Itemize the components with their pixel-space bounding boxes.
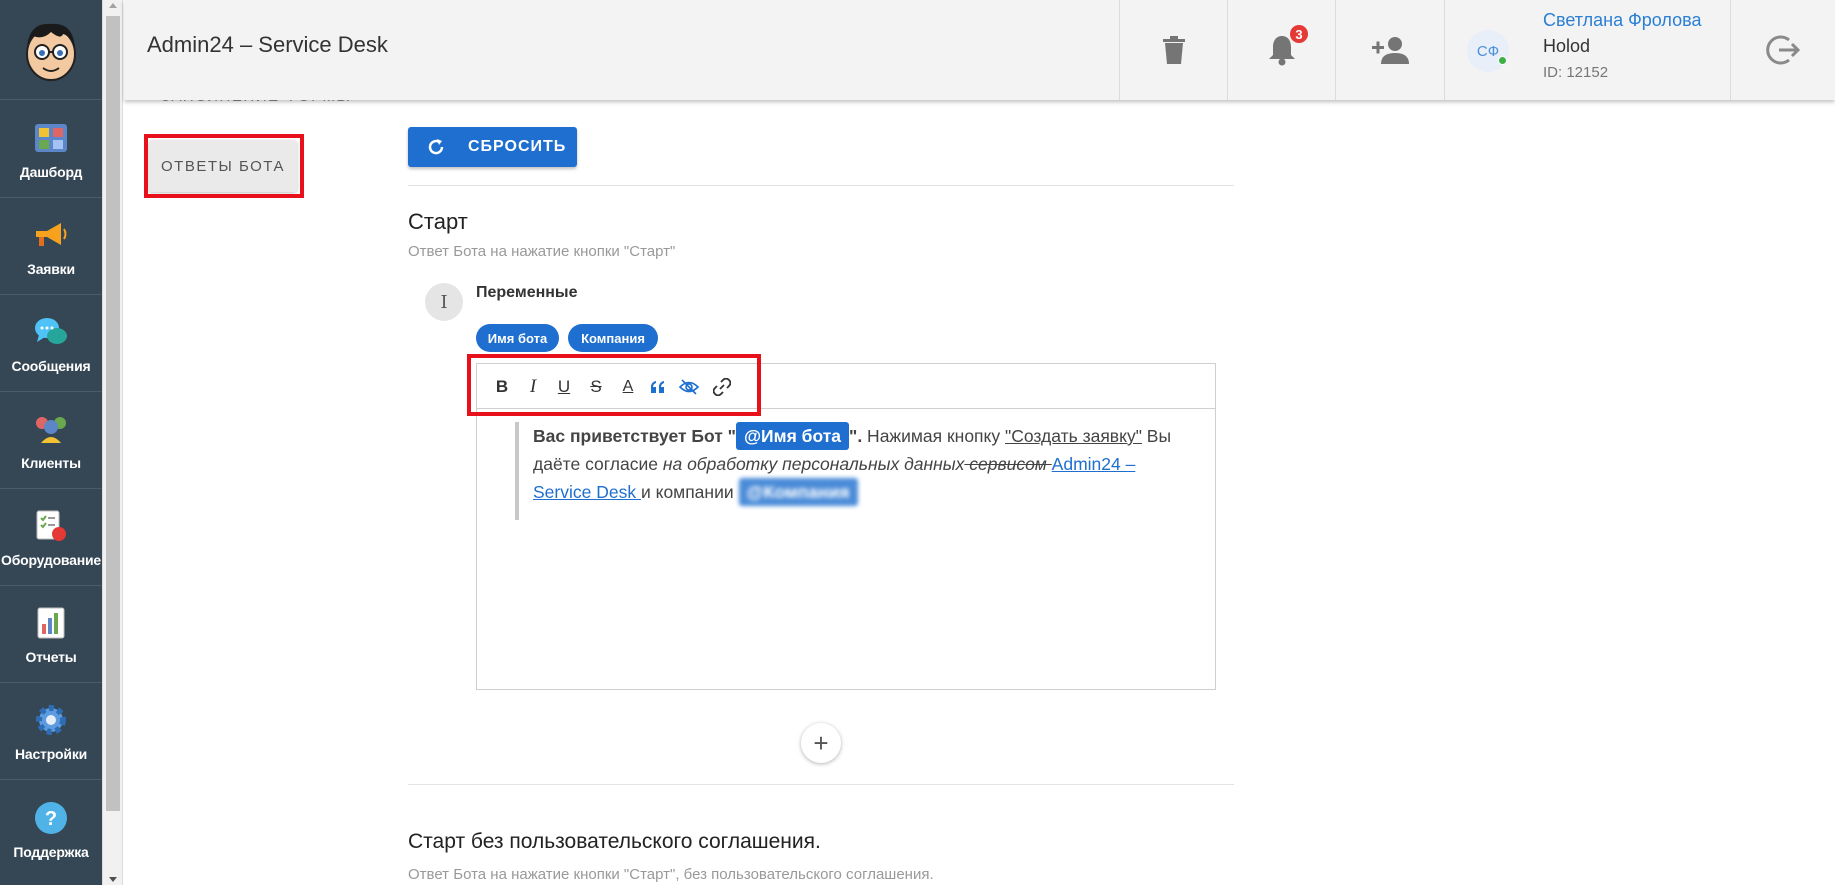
text-underlined: "Создать заявку" [1005,426,1142,446]
reports-icon [31,603,71,643]
text-bold-greeting: Вас приветствует Бот " [533,426,736,446]
text-color-icon[interactable]: A [617,376,639,398]
logo-avatar[interactable] [0,0,102,100]
section-title-start-no-agreement: Старт без пользовательского соглашения. [408,830,821,853]
sidebar-item-label: Отчеты [25,649,77,665]
app-title: Admin24 – Service Desk [147,32,388,57]
variables-label: Переменные [476,284,578,301]
text-strikethrough: сервисом [964,454,1052,474]
help-icon: ? [31,798,71,838]
trash-button[interactable] [1119,0,1227,100]
rich-text-editor[interactable]: B I U S A Вас приветствует Бот " @Имя бот… [476,363,1216,690]
sidebar: Дашборд Заявки Сообщения Клиенты Оборудо… [0,0,102,885]
sidebar-item-messages[interactable]: Сообщения [0,295,102,392]
section-subtitle-start-no-agreement: Ответ Бота на нажатие кнопки "Старт", бе… [408,866,934,883]
notification-badge: 3 [1288,23,1310,45]
strikethrough-icon[interactable]: S [585,376,607,398]
inline-variable-company[interactable]: @Компания [738,478,858,506]
text-bold-quote-end: ". [849,426,863,446]
editor-content[interactable]: Вас приветствует Бот " @Имя бота ". Нажима… [515,422,1197,520]
online-status-dot [1498,56,1507,65]
reset-button-label: СБРОСИТЬ [468,138,567,155]
plus-icon: + [813,728,829,758]
clients-icon [31,409,71,449]
section-subtitle-start: Ответ Бота на нажатие кнопки "Старт" [408,243,676,260]
sidebar-item-label: Заявки [27,261,75,277]
bold-icon[interactable]: B [491,376,513,398]
refresh-icon [428,139,444,155]
reset-button[interactable]: СБРОСИТЬ [408,127,577,167]
sidebar-item-label: Дашборд [19,164,83,180]
user-name-link[interactable]: Светлана Фролова [1543,10,1701,31]
variable-chip-company[interactable]: Компания [568,324,658,352]
text-plain: и компании [640,482,739,502]
underline-icon[interactable]: U [553,376,575,398]
sidebar-item-label: Оборудование [1,552,101,568]
text-italic: на обработку персональных данных [662,454,965,474]
user-id: ID: 12152 [1543,64,1609,81]
scrollbar[interactable] [102,0,123,885]
sidebar-item-dashboard[interactable]: Дашборд [0,101,102,198]
sidebar-item-settings[interactable]: Настройки [0,683,102,780]
link-icon[interactable] [711,376,733,398]
quote-icon[interactable] [647,376,669,398]
dashboard-icon [31,118,71,158]
equipment-checklist-icon [31,506,71,546]
top-header: Admin24 – Service Desk 3 СФ Светлана Фро… [124,0,1835,100]
add-user-button[interactable] [1335,0,1444,100]
variable-chip-bot-name[interactable]: Имя бота [476,324,559,352]
italic-icon[interactable]: I [522,376,544,398]
inline-variable-bot-name[interactable]: @Имя бота [735,422,850,450]
sidebar-item-label: Настройки [14,746,88,762]
chat-bubbles-icon [31,312,71,352]
divider [408,185,1234,186]
user-org: Holod [1543,36,1591,56]
sidebar-item-equipment[interactable]: Оборудование [0,489,102,586]
text-cursor-icon: I [425,283,463,321]
notifications-button[interactable]: 3 [1227,0,1335,100]
sidebar-item-label: Сообщения [11,358,91,374]
section-title-start: Старт [408,209,468,234]
add-user-icon [1372,37,1409,64]
scroll-down-arrow-icon[interactable] [109,877,117,882]
logout-icon [1766,35,1801,65]
sidebar-item-label: Поддержка [13,843,89,860]
user-avatar[interactable]: СФ [1467,30,1509,72]
trash-icon [1162,36,1185,64]
tab-bot-answers[interactable]: ОТВЕТЫ БОТА [149,140,297,192]
sidebar-item-clients[interactable]: Клиенты [0,392,102,489]
sidebar-item-reports[interactable]: Отчеты [0,586,102,683]
sidebar-item-label: Клиенты [21,455,81,471]
add-block-button[interactable]: + [801,723,841,763]
editor-toolbar: B I U S A [477,364,1215,409]
hide-eye-icon[interactable] [678,376,700,398]
svg-text:?: ? [45,808,57,830]
user-profile[interactable]: СФ Светлана Фролова Holod ID: 12152 [1444,0,1730,100]
divider [408,784,1234,785]
megaphone-icon [31,215,71,255]
gear-icon [31,700,71,740]
sidebar-item-requests[interactable]: Заявки [0,198,102,295]
scroll-up-arrow-icon[interactable] [109,3,117,8]
scrollbar-thumb[interactable] [106,16,120,811]
logout-button[interactable] [1730,0,1835,100]
text-plain: Нажимая кнопку [862,426,1005,446]
sidebar-item-support[interactable]: ? Поддержка [0,780,102,877]
